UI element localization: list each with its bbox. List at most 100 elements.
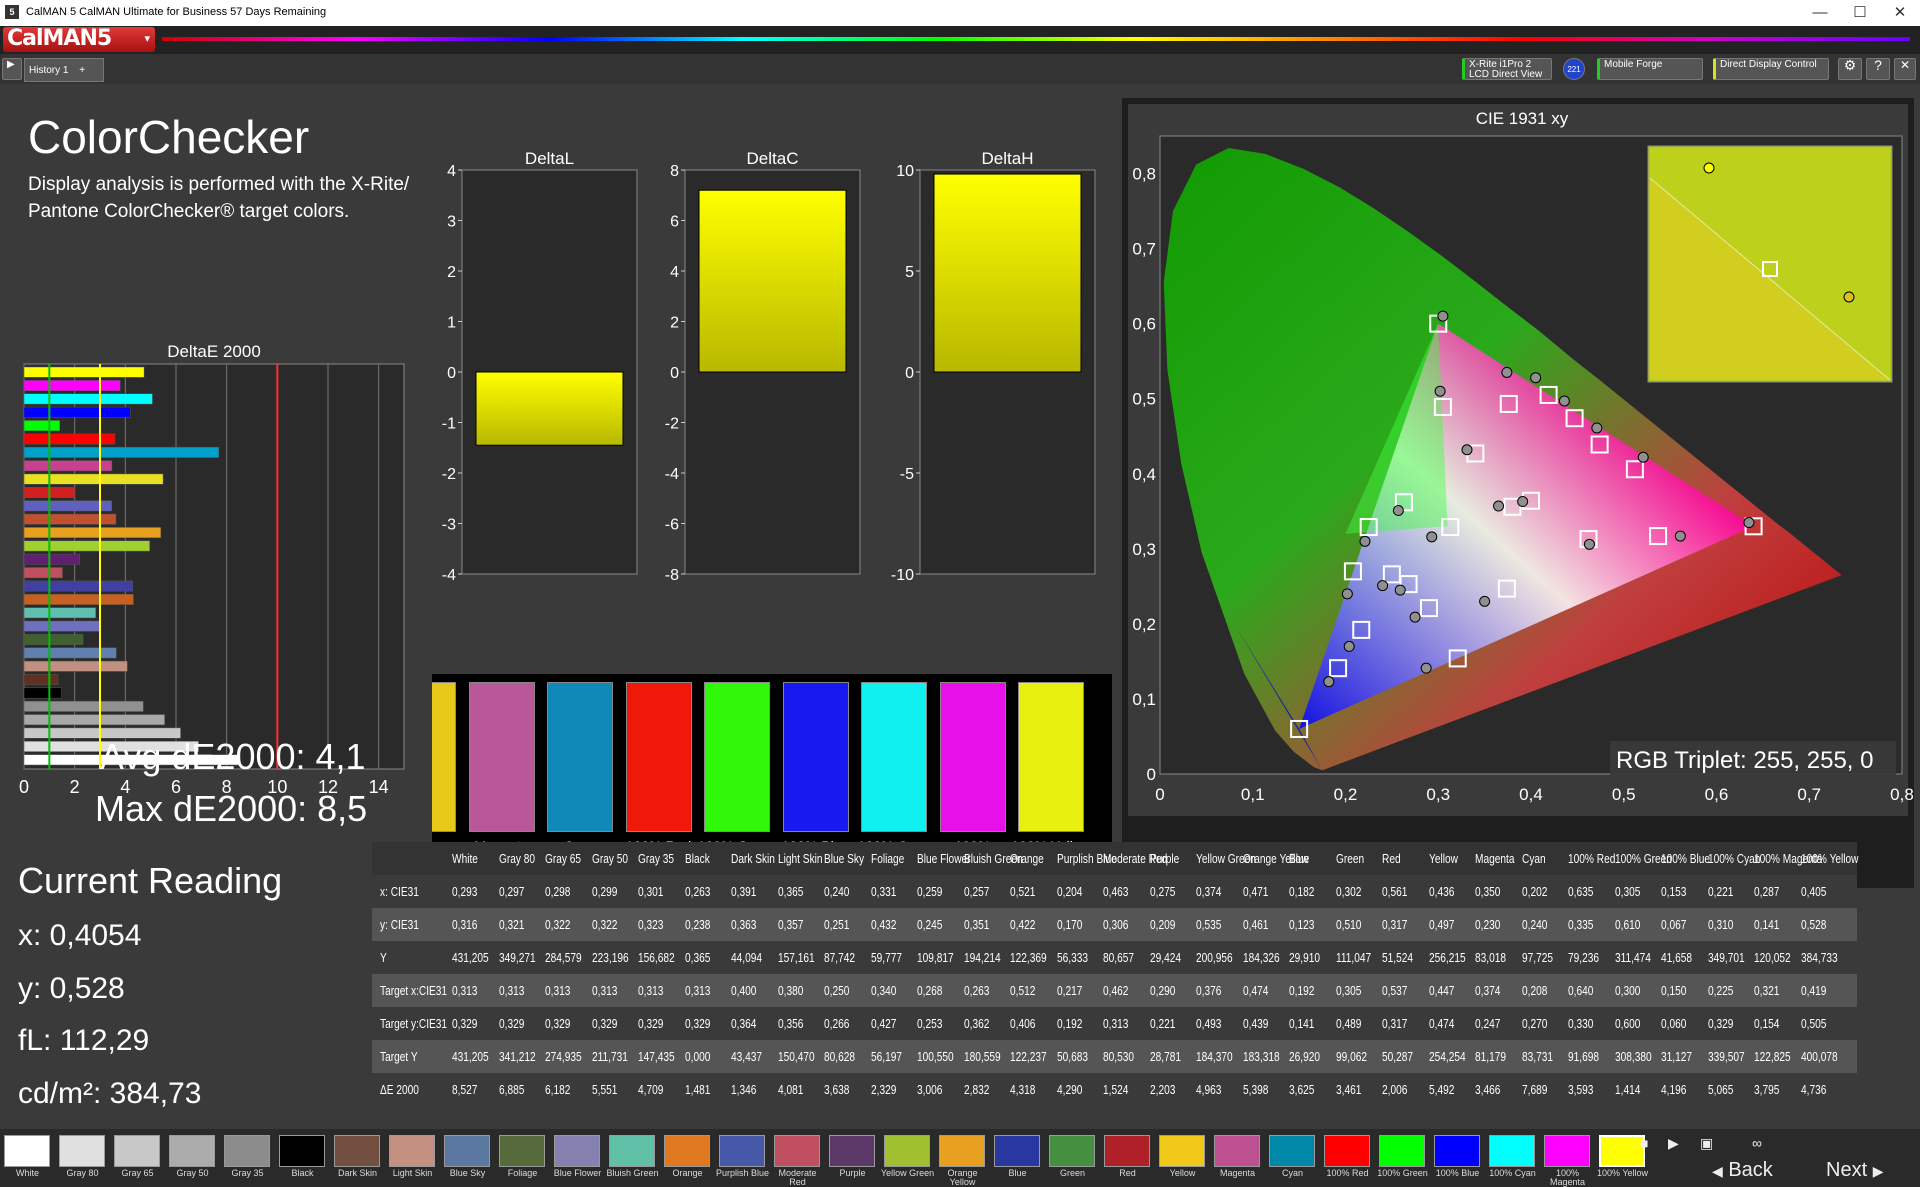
bottom-swatch[interactable] [994,1135,1040,1167]
table-cell: 0,313 [684,983,710,998]
table-cell: 0,298 [545,884,571,899]
table-cell: 0,461 [1242,917,1268,932]
table-cell: 0,305 [1614,884,1640,899]
swatch[interactable] [1018,682,1084,832]
meter-selector[interactable]: X-Rite i1Pro 2 LCD Direct View [1462,58,1552,80]
close-button[interactable]: ✕ [1880,2,1920,24]
table-cell: 0,537 [1382,983,1408,998]
tab-history[interactable]: History 1 + [24,58,104,82]
bottom-swatch[interactable] [1269,1135,1315,1167]
play-button-icon[interactable]: ▶ [1668,1135,1679,1152]
help-icon[interactable]: ? [1866,58,1890,80]
maximize-button[interactable]: ☐ [1840,2,1880,24]
table-cell: 0,329 [452,1016,478,1031]
next-button[interactable]: Next ▶ [1826,1159,1883,1182]
bottom-swatch[interactable] [4,1135,50,1167]
calman-logo[interactable]: CalMAN5 ▾ [3,27,155,52]
bottom-swatch[interactable] [1214,1135,1260,1167]
settings-gear-icon[interactable]: ⚙ [1838,58,1862,80]
table-row: y: CIE31 0,316 0,321 0,322 0,322 0,323 0,238 0,… [372,908,1857,941]
table-cell: 0,561 [1382,884,1408,899]
panel-close-icon[interactable]: ✕ [1894,58,1916,80]
table-cell: 156,682 [638,950,675,965]
cie-measured-point [1530,372,1542,384]
bottom-swatch[interactable] [939,1135,985,1167]
bottom-swatch[interactable] [664,1135,710,1167]
table-cell: 0,436 [1428,884,1454,899]
source-selector[interactable]: Mobile Forge [1597,58,1703,80]
bottom-swatch[interactable] [774,1135,820,1167]
table-cell: 0,600 [1614,1016,1640,1031]
play-icon[interactable]: ▶ [2,58,22,80]
column-header: Gray 65 [545,851,582,866]
table-cell: 56,197 [870,1049,902,1064]
bottom-swatch[interactable] [1379,1135,1425,1167]
bottom-swatch[interactable] [334,1135,380,1167]
bottom-swatch[interactable] [1104,1135,1150,1167]
table-cell: 0,374 [1196,884,1222,899]
table-row: x: CIE31 0,293 0,297 0,298 0,299 0,301 0,263 0,… [372,875,1857,908]
swatch[interactable] [547,682,613,832]
table-cell: 50,287 [1382,1049,1414,1064]
bottom-swatch-label: Yellow Green [880,1168,935,1178]
bottom-swatch[interactable] [59,1135,105,1167]
deltac-tick-label: 4 [670,264,679,281]
bottom-swatch[interactable] [719,1135,765,1167]
back-button[interactable]: ◀ Back [1712,1159,1773,1182]
swatch[interactable] [782,682,849,832]
bottom-swatch[interactable] [884,1135,930,1167]
bottom-swatch[interactable] [1434,1135,1480,1167]
column-header: Magenta [1475,851,1515,866]
table-row: Target x:CIE31 0,313 0,313 0,313 0,313 0,313 0… [372,974,1857,1007]
table-cell: 0,217 [1056,983,1082,998]
bottom-swatch[interactable] [554,1135,600,1167]
bottom-swatch[interactable] [279,1135,325,1167]
display-selector[interactable]: Direct Display Control [1713,58,1829,80]
swatch[interactable] [625,682,692,832]
table-cell: 0,221 [1149,1016,1175,1031]
swatch[interactable] [432,682,456,832]
table-cell: 183,318 [1242,1049,1280,1064]
bottom-swatch-label: Green [1059,1168,1085,1178]
bottom-swatch[interactable] [499,1135,545,1167]
loop-icon[interactable]: ∞ [1752,1135,1762,1151]
table-cell: 0,313 [545,983,571,998]
swatch[interactable] [861,682,927,832]
minimize-button[interactable]: — [1800,2,1840,24]
swatch[interactable] [704,682,770,832]
bottom-swatch[interactable] [169,1135,215,1167]
table-cell: 0,230 [1475,917,1501,932]
bottom-swatch[interactable] [389,1135,435,1167]
table-cell: 3,006 [917,1082,943,1097]
stop-icon[interactable]: ■ [1640,1135,1648,1151]
bottom-swatch[interactable] [1159,1135,1205,1167]
bottom-swatch[interactable] [1324,1135,1370,1167]
table-cell: 0,204 [1056,884,1082,899]
meter-badge[interactable]: 221 [1563,58,1585,80]
row-label: Y [380,950,387,965]
table-cell: 341,212 [498,1049,536,1064]
bottom-swatch-label: Gray 80 [66,1168,99,1178]
bottom-swatch[interactable] [1599,1135,1645,1167]
bottom-swatch[interactable] [829,1135,875,1167]
bottom-swatch[interactable] [444,1135,490,1167]
back-arrow-icon: ◀ [1712,1163,1723,1179]
cie-x-tick: 0 [1155,785,1164,804]
bottom-swatch[interactable] [1049,1135,1095,1167]
table-cell: 122,237 [1010,1049,1047,1064]
table-cell: 0,329 [545,1016,571,1031]
bottom-swatch[interactable] [609,1135,655,1167]
table-cell: 184,326 [1242,950,1280,965]
bottom-swatch[interactable] [114,1135,160,1167]
bottom-swatch[interactable] [1489,1135,1535,1167]
table-cell: 0,321 [1754,983,1780,998]
swatch[interactable] [468,682,535,832]
bottom-swatch[interactable] [224,1135,270,1167]
swatch[interactable] [939,682,1006,832]
save-icon[interactable]: ▣ [1700,1135,1713,1152]
table-cell: 0,302 [1335,884,1361,899]
table-cell: 0,313 [498,983,524,998]
bottom-swatch[interactable] [1544,1135,1590,1167]
add-tab-icon[interactable]: + [79,65,85,76]
logo-menu-arrow-icon: ▾ [144,32,149,45]
